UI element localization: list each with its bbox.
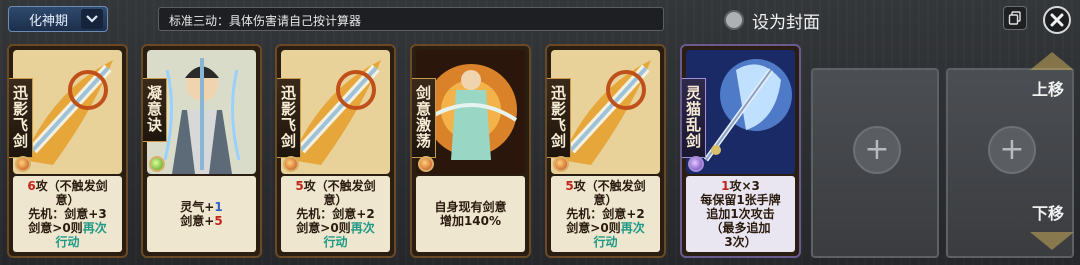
realm-label: 化神期 bbox=[29, 13, 69, 29]
element-gem-icon bbox=[15, 156, 31, 172]
card-description-line: 剑意>0则再次 bbox=[566, 221, 644, 235]
radio-icon bbox=[724, 10, 744, 30]
card-text-span: 1 bbox=[214, 200, 223, 214]
card-text-span: 行动 bbox=[55, 235, 80, 249]
move-down-label: 下移 bbox=[1031, 204, 1064, 223]
card-description-line: 行动 bbox=[593, 235, 617, 249]
card-text-span: 追加1次攻击 bbox=[706, 207, 775, 221]
card-text-span: 剑意>0则 bbox=[566, 221, 621, 235]
card-text-span: 先机：剑意+3 bbox=[28, 207, 107, 221]
card-description-line: 剑意>0则再次 bbox=[28, 221, 106, 235]
card-text-span: 增加140% bbox=[439, 214, 502, 228]
card-text-span: 意） bbox=[55, 193, 80, 207]
card-text-span: 自身现有剑意 bbox=[434, 200, 507, 214]
element-gem-icon bbox=[283, 156, 299, 172]
card-6[interactable]: 灵猫乱剑 1攻×3 每保留1张手牌 追加1次攻击 （最多追加 3次） bbox=[680, 44, 801, 258]
element-gem-icon bbox=[688, 156, 704, 172]
card-text-span: 3次） bbox=[724, 235, 757, 249]
card-text-span: 行动 bbox=[323, 235, 348, 249]
card-text-span: 攻（不触发剑 bbox=[573, 179, 646, 193]
add-card-icon: + bbox=[853, 126, 901, 174]
card-description: 6攻（不触发剑 意） 先机：剑意+3 剑意>0则再次 行动 bbox=[13, 176, 122, 252]
card-text-span: （最多追加 bbox=[710, 221, 771, 235]
element-gem-icon bbox=[553, 156, 569, 172]
move-down-button[interactable]: 下移 bbox=[1020, 188, 1076, 236]
element-gem-icon bbox=[149, 156, 165, 172]
card-4[interactable]: 剑意激荡自身现有剑意 增加140% bbox=[410, 44, 531, 258]
card-name: 迅影飞剑 bbox=[277, 78, 301, 158]
card-text-span: 意） bbox=[593, 193, 618, 207]
card-text-span: 6 bbox=[27, 179, 36, 193]
realm-dropdown[interactable]: 化神期 bbox=[8, 6, 108, 32]
card-description-line: 增加140% bbox=[440, 214, 501, 228]
card-text-span: 攻（不触发剑 bbox=[35, 179, 108, 193]
card-text-span: 剑意+ bbox=[180, 214, 215, 228]
card-3[interactable]: 迅影飞剑 5攻（不触发剑 意） 先机：剑意+2 剑意>0则再次 行动 bbox=[275, 44, 396, 258]
card-text-span: 行动 bbox=[593, 235, 618, 249]
card-description: 5攻（不触发剑 意） 先机：剑意+2 剑意>0则再次 行动 bbox=[281, 176, 390, 252]
card-text-span: 再次 bbox=[620, 221, 645, 235]
card-description-line: 6攻（不触发剑 bbox=[27, 179, 107, 193]
card-2[interactable]: 凝意诀灵气+1 剑意+5 bbox=[141, 44, 262, 258]
card-text-span: 先机：剑意+2 bbox=[296, 207, 375, 221]
card-description-line: 3次） bbox=[724, 235, 756, 249]
card-description-line: 每保留1张手牌 bbox=[700, 193, 780, 207]
card-description-line: 意） bbox=[323, 193, 347, 207]
description-input[interactable]: 标准三动：具体伤害请自己按计算器 bbox=[158, 7, 664, 31]
card-description-line: 意） bbox=[593, 193, 617, 207]
card-description-line: 5攻（不触发剑 bbox=[565, 179, 645, 193]
card-text-span: 再次 bbox=[350, 221, 375, 235]
card-text-span: 先机：剑意+2 bbox=[566, 207, 645, 221]
close-icon bbox=[1050, 13, 1064, 27]
arrow-down-icon bbox=[1030, 232, 1074, 250]
card-description-line: 5攻（不触发剑 bbox=[295, 179, 375, 193]
card-description-line: 剑意+5 bbox=[180, 214, 222, 228]
empty-card-slot[interactable]: + bbox=[811, 68, 939, 258]
card-description-line: 先机：剑意+2 bbox=[566, 207, 644, 221]
copy-icon bbox=[1008, 11, 1021, 25]
card-description-line: 1攻×3 bbox=[721, 179, 760, 193]
card-description-line: 意） bbox=[55, 193, 79, 207]
chevron-down-icon bbox=[81, 9, 103, 29]
card-text-span: 剑意>0则 bbox=[28, 221, 83, 235]
card-name: 迅影飞剑 bbox=[547, 78, 571, 158]
card-description-line: 先机：剑意+2 bbox=[296, 207, 374, 221]
card-description: 自身现有剑意 增加140% bbox=[416, 176, 525, 252]
card-text-span: 攻×3 bbox=[729, 179, 760, 193]
card-description: 1攻×3 每保留1张手牌 追加1次攻击 （最多追加 3次） bbox=[686, 176, 795, 252]
move-up-label: 上移 bbox=[1031, 80, 1064, 99]
card-5[interactable]: 迅影飞剑 5攻（不触发剑 意） 先机：剑意+2 剑意>0则再次 行动 bbox=[545, 44, 666, 258]
card-name: 灵猫乱剑 bbox=[682, 78, 706, 158]
card-description-line: （最多追加 bbox=[710, 221, 770, 235]
card-text-span: 剑意>0则 bbox=[296, 221, 351, 235]
card-description: 灵气+1 剑意+5 bbox=[147, 176, 256, 252]
add-card-icon: + bbox=[988, 126, 1036, 174]
card-name: 迅影飞剑 bbox=[9, 78, 33, 158]
card-description: 5攻（不触发剑 意） 先机：剑意+2 剑意>0则再次 行动 bbox=[551, 176, 660, 252]
card-text-span: 5 bbox=[295, 179, 304, 193]
card-description-line: 剑意>0则再次 bbox=[296, 221, 374, 235]
card-text-span: 攻（不触发剑 bbox=[303, 179, 376, 193]
card-text-span: 5 bbox=[214, 214, 223, 228]
card-text-span: 意） bbox=[323, 193, 348, 207]
card-description-line: 行动 bbox=[55, 235, 79, 249]
element-gem-icon bbox=[418, 156, 434, 172]
close-button[interactable] bbox=[1043, 6, 1071, 34]
card-text-span: 每保留1张手牌 bbox=[700, 193, 781, 207]
card-text-span: 灵气+ bbox=[180, 200, 215, 214]
set-cover-toggle[interactable]: 设为封面 bbox=[724, 8, 820, 33]
card-description-line: 先机：剑意+3 bbox=[28, 207, 106, 221]
card-text-span: 再次 bbox=[82, 221, 107, 235]
card-text-span: 5 bbox=[565, 179, 574, 193]
card-name: 凝意诀 bbox=[143, 78, 167, 142]
set-cover-label: 设为封面 bbox=[752, 12, 820, 33]
card-description-line: 灵气+1 bbox=[180, 200, 222, 214]
move-up-button[interactable]: 上移 bbox=[1020, 64, 1076, 112]
card-description-line: 追加1次攻击 bbox=[706, 207, 774, 221]
card-description-line: 行动 bbox=[323, 235, 347, 249]
copy-button[interactable] bbox=[1003, 6, 1027, 30]
card-name: 剑意激荡 bbox=[412, 78, 436, 158]
card-description-line: 自身现有剑意 bbox=[434, 200, 506, 214]
card-1[interactable]: 迅影飞剑 6攻（不触发剑 意） 先机：剑意+3 剑意>0则再次 行动 bbox=[7, 44, 128, 258]
